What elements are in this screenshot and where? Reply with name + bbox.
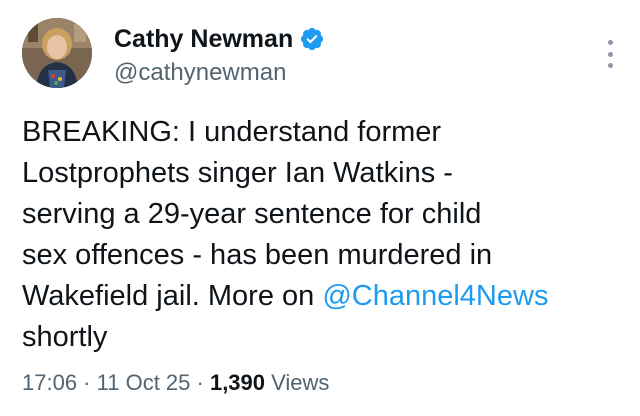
more-dot-icon [607, 63, 613, 68]
timestamp-time[interactable]: 17:06 [22, 370, 77, 395]
more-dot-icon [607, 51, 613, 57]
meta-separator: · [190, 370, 210, 395]
tweet-text-line: Lostprophets singer Ian Watkins - [22, 157, 453, 189]
tweet-text-line: BREAKING: I understand former [22, 116, 442, 148]
mention-link[interactable]: @Channel4News [322, 280, 548, 312]
tweet-text-line: Wakefield jail. More on @Channel4News [22, 276, 622, 317]
timestamp-date[interactable]: 11 Oct 25 [97, 370, 191, 395]
tweet-text-line: serving a 29-year sentence for child [22, 198, 482, 230]
tweet-text-segment: Wakefield jail. More on [22, 280, 323, 312]
tweet-text-line: sex offences - has been murdered in [22, 239, 493, 271]
avatar[interactable] [22, 18, 92, 88]
more-dot-icon [607, 40, 613, 45]
author-name-row: Cathy Newman [114, 24, 325, 54]
more-options-icon[interactable] [606, 40, 614, 68]
verified-badge-icon[interactable] [299, 26, 325, 52]
meta-separator: · [77, 370, 97, 395]
tweet-card: Cathy Newman @cathynewman BREAKING: I un… [0, 0, 640, 416]
views-count[interactable]: 1,390 [210, 370, 265, 395]
tweet-meta: 17:06 · 11 Oct 25 · 1,390 Views [22, 368, 329, 398]
tweet-text: BREAKING: I understand former Lostprophe… [22, 112, 622, 358]
views-label: Views [265, 370, 330, 395]
author-handle[interactable]: @cathynewman [114, 58, 286, 88]
tweet-text-line: shortly [22, 321, 108, 353]
author-display-name[interactable]: Cathy Newman [114, 24, 293, 54]
